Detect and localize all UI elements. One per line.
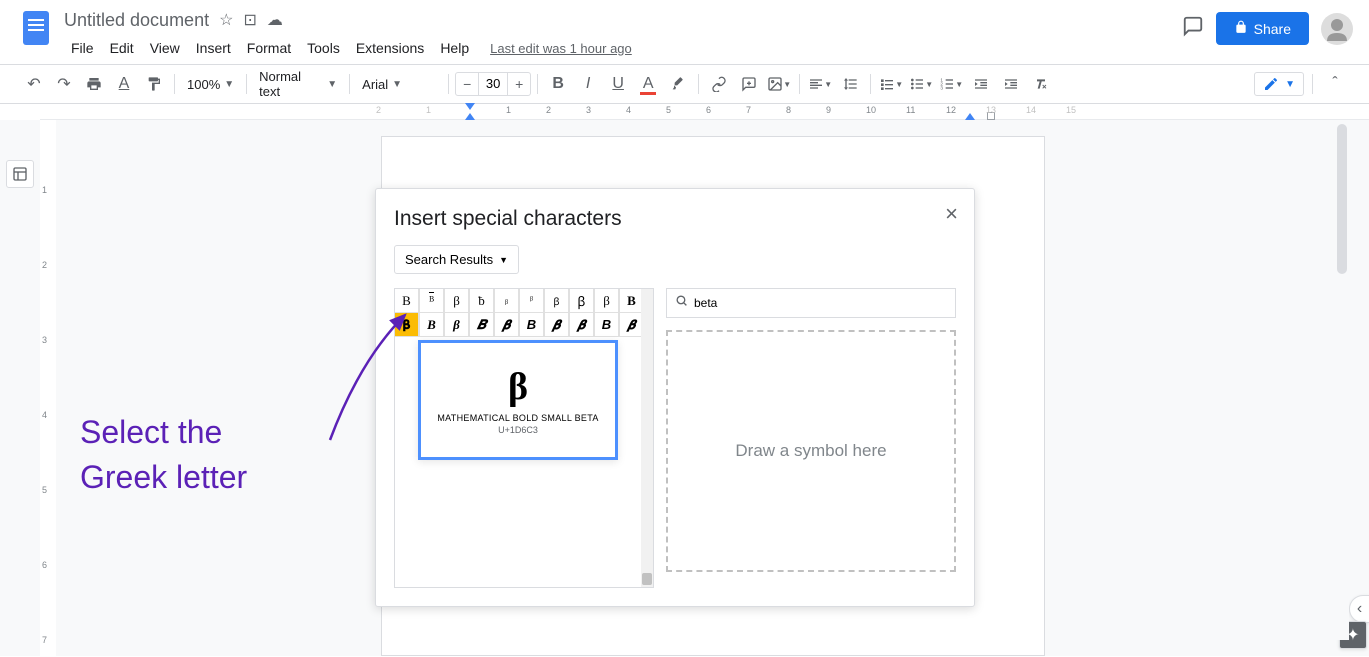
- menu-help[interactable]: Help: [433, 36, 476, 60]
- numbered-list-button[interactable]: 123▼: [937, 70, 965, 98]
- character-search-input[interactable]: [694, 296, 947, 310]
- document-title[interactable]: Untitled document: [64, 10, 209, 31]
- category-dropdown[interactable]: Search Results▼: [394, 245, 519, 274]
- zoom-select[interactable]: 100%▼: [181, 72, 240, 96]
- expand-toolbar-button[interactable]: ˆ: [1321, 70, 1349, 98]
- line-spacing-button[interactable]: [836, 70, 864, 98]
- highlight-button[interactable]: [664, 70, 692, 98]
- char-cell[interactable]: B: [419, 312, 444, 337]
- underline-button[interactable]: U: [604, 70, 632, 98]
- app-header: Untitled document ☆ ⊡ ☁ File Edit View I…: [0, 0, 1369, 64]
- text-color-button[interactable]: A: [634, 70, 662, 98]
- side-panel-toggle[interactable]: ‹: [1349, 595, 1369, 623]
- redo-button[interactable]: ↷: [50, 70, 78, 98]
- character-preview-tooltip: β MATHEMATICAL BOLD SMALL BETA U+1D6C3: [418, 340, 618, 460]
- align-button[interactable]: ▼: [806, 70, 834, 98]
- decrease-indent-button[interactable]: [967, 70, 995, 98]
- font-size-control: − 30 +: [455, 72, 531, 96]
- vertical-ruler[interactable]: 1 2 3 4 5 6 7: [40, 120, 56, 656]
- spellcheck-button[interactable]: A: [110, 70, 138, 98]
- font-select[interactable]: Arial▼: [356, 72, 442, 96]
- char-cell[interactable]: β: [444, 312, 469, 337]
- char-cell[interactable]: β: [594, 288, 619, 313]
- lock-icon: [1234, 20, 1248, 37]
- menu-view[interactable]: View: [143, 36, 187, 60]
- italic-button[interactable]: I: [574, 70, 602, 98]
- star-icon[interactable]: ☆: [219, 10, 233, 30]
- menu-edit[interactable]: Edit: [103, 36, 141, 60]
- draw-symbol-area[interactable]: Draw a symbol here: [666, 330, 956, 572]
- insert-image-button[interactable]: ▼: [765, 70, 793, 98]
- comments-icon[interactable]: [1182, 15, 1204, 43]
- menu-format[interactable]: Format: [240, 36, 298, 60]
- preview-glyph: β: [508, 365, 528, 409]
- docs-logo[interactable]: [16, 8, 56, 48]
- undo-button[interactable]: ↶: [20, 70, 48, 98]
- close-icon[interactable]: ×: [945, 201, 958, 227]
- font-size-value[interactable]: 30: [478, 73, 508, 95]
- editing-mode-button[interactable]: ▼: [1254, 72, 1304, 96]
- horizontal-ruler[interactable]: 2 1 1 2 3 4 5 6 7 8 9 10 11 12 13 14: [0, 104, 1369, 120]
- grid-scrollbar[interactable]: [641, 289, 653, 587]
- font-size-increase[interactable]: +: [508, 73, 530, 95]
- bold-button[interactable]: B: [544, 70, 572, 98]
- char-cell-selected[interactable]: 𝛃: [394, 312, 419, 337]
- char-cell[interactable]: ꞵ: [569, 288, 594, 313]
- char-cell[interactable]: 𝜷: [569, 312, 594, 337]
- vertical-scrollbar[interactable]: [1335, 120, 1349, 640]
- font-size-decrease[interactable]: −: [456, 73, 478, 95]
- char-cell[interactable]: β: [444, 288, 469, 313]
- char-cell[interactable]: B: [519, 312, 544, 337]
- char-cell[interactable]: ᴮ: [419, 288, 444, 313]
- char-cell[interactable]: 𝑩: [469, 312, 494, 337]
- style-select[interactable]: Normal text▼: [253, 72, 343, 96]
- menu-file[interactable]: File: [64, 36, 101, 60]
- search-icon: [675, 294, 688, 312]
- char-cell[interactable]: ꞵ: [544, 288, 569, 313]
- dialog-title: Insert special characters: [394, 207, 956, 231]
- character-search-box: [666, 288, 956, 318]
- insert-link-button[interactable]: [705, 70, 733, 98]
- move-icon[interactable]: ⊡: [243, 10, 256, 30]
- menu-tools[interactable]: Tools: [300, 36, 347, 60]
- last-edit-link[interactable]: Last edit was 1 hour ago: [490, 41, 632, 56]
- char-cell[interactable]: B: [394, 288, 419, 313]
- share-button[interactable]: Share: [1216, 12, 1309, 45]
- bullet-list-button[interactable]: ▼: [907, 70, 935, 98]
- add-comment-button[interactable]: [735, 70, 763, 98]
- clear-formatting-button[interactable]: [1027, 70, 1055, 98]
- char-cell[interactable]: ᵦ: [494, 288, 519, 313]
- menu-insert[interactable]: Insert: [189, 36, 238, 60]
- menu-extensions[interactable]: Extensions: [349, 36, 431, 60]
- checklist-button[interactable]: ▼: [877, 70, 905, 98]
- toolbar: ↶ ↷ A 100%▼ Normal text▼ Arial▼ − 30 + B…: [0, 64, 1369, 104]
- char-cell[interactable]: ᵝ: [519, 288, 544, 313]
- increase-indent-button[interactable]: [997, 70, 1025, 98]
- char-cell[interactable]: 𝜷: [494, 312, 519, 337]
- menubar: File Edit View Insert Format Tools Exten…: [64, 36, 1182, 60]
- cloud-icon[interactable]: ☁: [267, 10, 283, 30]
- outline-toggle-button[interactable]: [6, 160, 34, 188]
- char-cell[interactable]: B: [594, 312, 619, 337]
- char-cell[interactable]: ƀ: [469, 288, 494, 313]
- print-button[interactable]: [80, 70, 108, 98]
- svg-text:3: 3: [941, 85, 944, 90]
- preview-code: U+1D6C3: [498, 425, 538, 435]
- paint-format-button[interactable]: [140, 70, 168, 98]
- user-avatar[interactable]: [1321, 13, 1353, 45]
- preview-name: MATHEMATICAL BOLD SMALL BETA: [437, 413, 598, 423]
- char-cell[interactable]: 𝜷: [544, 312, 569, 337]
